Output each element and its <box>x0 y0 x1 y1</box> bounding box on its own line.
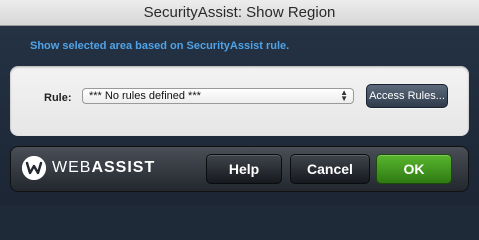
cancel-button[interactable]: Cancel <box>290 154 370 184</box>
help-button[interactable]: Help <box>206 154 282 184</box>
ok-button[interactable]: OK <box>376 154 452 184</box>
rule-select-value: *** No rules defined *** <box>89 90 201 102</box>
access-rules-button[interactable]: Access Rules... <box>366 84 448 108</box>
webassist-logo-icon <box>22 156 46 180</box>
webassist-logo-text: WEBASSIST <box>52 159 155 177</box>
updown-arrows-icon: ▲ ▼ <box>340 88 348 103</box>
rule-select[interactable]: *** No rules defined *** ▲ ▼ <box>82 88 354 104</box>
logo-text-bold: ASSIST <box>91 159 156 176</box>
dialog-window: SecurityAssist: Show Region Show selecte… <box>0 0 479 206</box>
dialog-description: Show selected area based on SecurityAssi… <box>30 40 290 52</box>
logo-text-light: WEB <box>52 159 92 176</box>
rule-label: Rule: <box>44 92 72 104</box>
window-title: SecurityAssist: Show Region <box>0 0 479 26</box>
